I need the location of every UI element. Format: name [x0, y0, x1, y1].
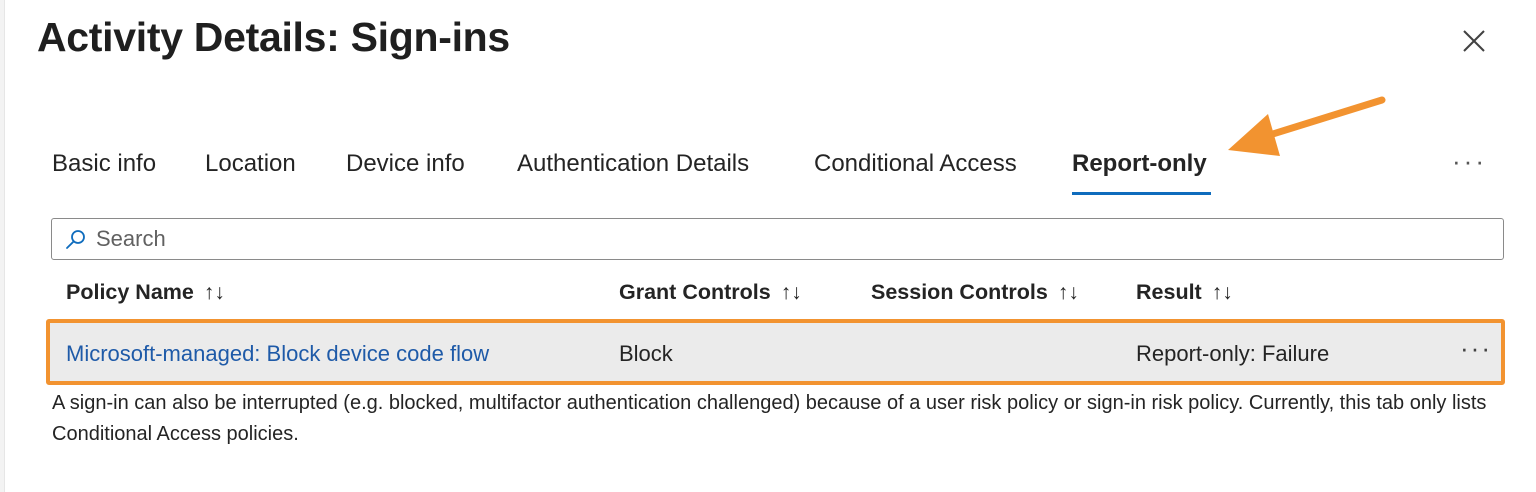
search-box[interactable] — [51, 218, 1504, 260]
row-more-button[interactable]: ··· — [1460, 335, 1494, 362]
tab-basic-info[interactable]: Basic info — [52, 150, 156, 178]
sort-icon[interactable]: ↑↓ — [1058, 281, 1079, 304]
page-title: Activity Details: Sign-ins — [37, 14, 510, 60]
sort-icon[interactable]: ↑↓ — [204, 281, 225, 304]
sort-icon[interactable]: ↑↓ — [781, 281, 802, 304]
search-input[interactable] — [96, 223, 1486, 255]
left-panel-edge — [0, 0, 5, 492]
column-header-policy-name[interactable]: Policy Name ↑↓ — [66, 280, 225, 305]
column-header-grant-controls[interactable]: Grant Controls ↑↓ — [619, 280, 802, 305]
annotation-arrow-icon — [1228, 96, 1386, 156]
grant-controls-cell: Block — [619, 341, 673, 366]
tab-report-only[interactable]: Report-only — [1072, 150, 1207, 178]
column-header-session-controls[interactable]: Session Controls ↑↓ — [871, 280, 1079, 305]
more-tabs-button[interactable]: ··· — [1452, 146, 1492, 176]
active-tab-indicator — [1072, 192, 1211, 195]
column-label: Grant Controls — [619, 280, 771, 304]
column-label: Session Controls — [871, 280, 1048, 304]
close-icon — [1463, 30, 1485, 52]
column-header-result[interactable]: Result ↑↓ — [1136, 280, 1233, 305]
sort-icon[interactable]: ↑↓ — [1212, 281, 1233, 304]
tab-device-info[interactable]: Device info — [346, 150, 465, 178]
column-label: Result — [1136, 280, 1202, 304]
info-note: A sign-in can also be interrupted (e.g. … — [52, 392, 1487, 445]
result-cell: Report-only: Failure — [1136, 341, 1330, 366]
tab-authentication-details[interactable]: Authentication Details — [517, 150, 749, 178]
search-icon — [66, 230, 85, 249]
close-button[interactable] — [1458, 25, 1490, 57]
column-label: Policy Name — [66, 280, 194, 304]
tab-conditional-access[interactable]: Conditional Access — [814, 150, 1017, 178]
tab-location[interactable]: Location — [205, 150, 296, 178]
policy-name-link[interactable]: Microsoft-managed: Block device code flo… — [66, 341, 489, 367]
